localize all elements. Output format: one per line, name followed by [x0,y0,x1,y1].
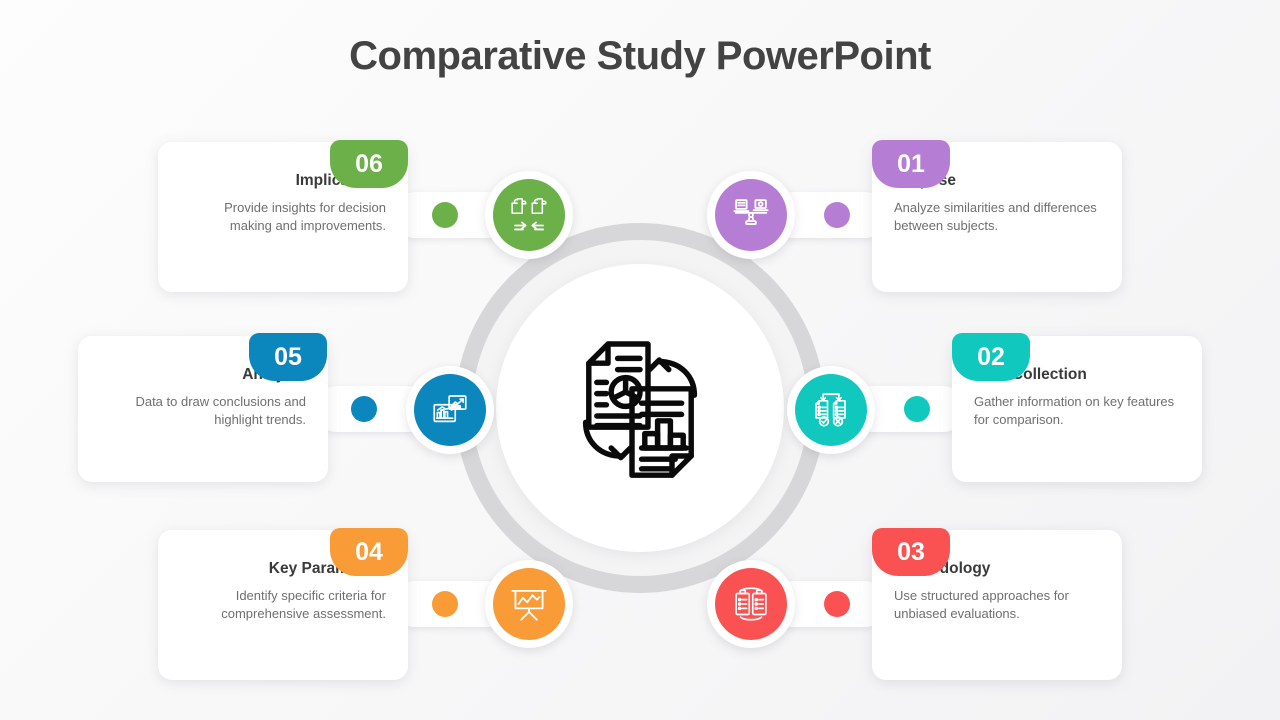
balance-scale-compare-icon [733,199,769,226]
step-icon-circle-implications[interactable] [485,171,573,259]
step-badge-02: 02 [952,333,1030,381]
connector-dot-02 [904,396,930,422]
step-card-description: Data to draw conclusions and highlight t… [135,393,306,428]
step-icon-circle-purpose[interactable] [707,171,795,259]
connector-dot-05 [351,396,377,422]
slide-canvas: Comparative Study PowerPoint Implication… [0,0,1280,720]
dual-chart-panels-icon [433,395,467,423]
step-icon-circle-analysis[interactable] [406,366,494,454]
connector-dot-06 [432,202,458,228]
step-card-description: Provide insights for decision making and… [224,199,386,234]
page-title: Comparative Study PowerPoint [349,34,931,78]
step-badge-01: 01 [872,140,950,188]
step-badge-05: 05 [249,333,327,381]
step-icon-circle-key-parameters[interactable] [485,560,573,648]
connector-dot-01 [824,202,850,228]
checklist-documents-icon [815,393,846,427]
step-badge-06: 06 [330,140,408,188]
puzzle-exchange-icon [511,198,547,231]
connector-dot-04 [432,591,458,617]
compare-documents-icon [560,328,720,488]
step-badge-04: 04 [330,528,408,576]
connector-dot-03 [824,591,850,617]
dual-clipboard-icon [735,587,767,621]
presentation-board-chart-icon [511,589,547,621]
step-icon-circle-methodology[interactable] [707,560,795,648]
step-icon-circle-data-collection[interactable] [787,366,875,454]
step-badge-03: 03 [872,528,950,576]
step-card-description: Use structured approaches for unbiased e… [894,587,1069,622]
step-card-description: Analyze similarities and differences bet… [894,199,1097,234]
step-card-description: Gather information on key features for c… [974,393,1175,428]
step-card-description: Identify specific criteria for comprehen… [221,587,386,622]
